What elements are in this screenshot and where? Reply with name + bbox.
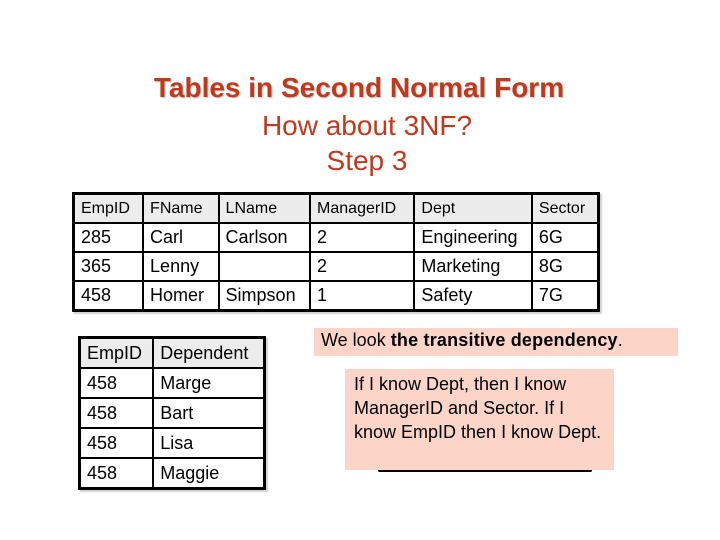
table-row: 365 Lenny 2 Marketing 8G: [72, 251, 600, 282]
table-cell: 6G: [530, 222, 600, 253]
table-row: 458 Maggie: [78, 457, 266, 490]
column-header: Dependent: [152, 336, 266, 369]
explanation-note: If I know Dept, then I know ManagerID an…: [345, 369, 614, 470]
table-cell: Engineering: [413, 222, 533, 253]
table-cell: Simpson: [217, 280, 312, 312]
table-cell: Homer: [142, 280, 220, 312]
table-cell: Lisa: [152, 427, 266, 459]
column-header: Dept: [413, 192, 533, 224]
callout-prefix: We look: [321, 330, 391, 350]
column-header: Sector: [530, 192, 600, 224]
table-cell: Marketing: [413, 251, 533, 282]
table-cell: [217, 251, 312, 282]
table-cell: Maggie: [152, 457, 266, 490]
table-cell: 458: [78, 367, 155, 399]
table-cell: 365: [72, 251, 145, 282]
employee-table: EmpID FName LName ManagerID Dept Sector …: [72, 192, 600, 312]
table-row: 458 Lisa: [78, 427, 266, 459]
table-row: 285 Carl Carlson 2 Engineering 6G: [72, 222, 600, 253]
table-cell: 285: [72, 222, 145, 253]
column-header: ManagerID: [309, 192, 416, 224]
table-header-row: EmpID FName LName ManagerID Dept Sector: [72, 192, 600, 224]
table-row: 458 Marge: [78, 367, 266, 399]
column-header: EmpID: [78, 336, 155, 369]
table-cell: Marge: [152, 367, 266, 399]
callout-suffix: .: [617, 330, 623, 350]
slide-subtitle-step: Step 3: [326, 145, 408, 176]
transitive-dependency-callout: We look the transitive dependency.: [314, 328, 678, 356]
table-cell: Carl: [142, 222, 220, 253]
slide-subtitle-question: How about 3NF?: [261, 110, 473, 141]
table-cell: Carlson: [217, 222, 312, 253]
table-cell: 7G: [530, 280, 600, 312]
table-header-row: EmpID Dependent: [78, 336, 266, 369]
column-header: LName: [217, 192, 312, 224]
table-cell: 458: [72, 280, 145, 312]
table-row: 458 Bart: [78, 397, 266, 429]
table-cell: Safety: [413, 280, 533, 312]
table-row: 458 Homer Simpson 1 Safety 7G: [72, 280, 600, 312]
slide-title: Tables in Second Normal Form: [153, 72, 565, 103]
column-header: FName: [142, 192, 220, 224]
table-cell: 2: [309, 222, 416, 253]
dependent-table: EmpID Dependent 458 Marge 458 Bart 458 L…: [78, 336, 266, 490]
table-cell: 2: [309, 251, 416, 282]
table-cell: 1: [309, 280, 416, 312]
column-header: EmpID: [72, 192, 145, 224]
table-cell: 8G: [530, 251, 600, 282]
table-cell: Lenny: [142, 251, 220, 282]
table-cell: Bart: [152, 397, 266, 429]
table-cell: 458: [78, 427, 155, 459]
callout-emphasis: the transitive dependency: [390, 330, 618, 350]
table-cell: 458: [78, 457, 155, 490]
table-cell: 458: [78, 397, 155, 429]
